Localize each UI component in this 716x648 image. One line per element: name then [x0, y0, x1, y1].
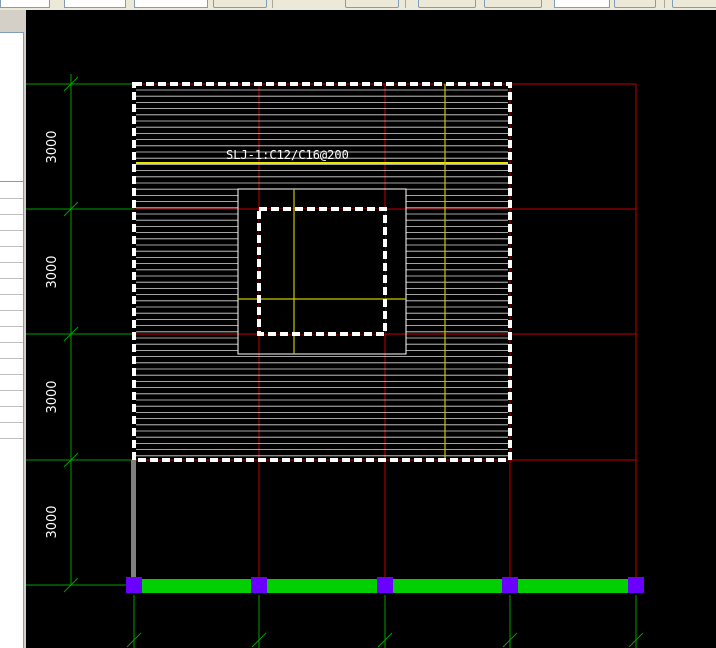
property-row[interactable] — [0, 390, 23, 407]
column[interactable] — [628, 577, 644, 593]
slab-rebar-label[interactable]: SLJ-1:C12/C16@200 — [226, 148, 349, 162]
toolbar — [0, 0, 716, 10]
dimension-label-row-1: 3000 — [45, 130, 60, 163]
toolbar-button-1[interactable] — [213, 0, 267, 8]
property-row[interactable] — [0, 214, 23, 231]
left-side-panel — [0, 10, 26, 648]
property-row[interactable] — [0, 230, 23, 247]
property-row[interactable] — [0, 262, 23, 279]
panel-preview-area — [0, 32, 24, 186]
property-row[interactable] — [0, 422, 23, 439]
toolbar-button-5[interactable] — [614, 0, 656, 8]
dimension-label-row-2: 3000 — [45, 255, 60, 288]
toolbar-separator — [405, 0, 406, 8]
toolbar-combo-3[interactable] — [134, 0, 208, 8]
property-row[interactable] — [0, 406, 23, 423]
wall[interactable] — [131, 460, 136, 585]
toolbar-button-4[interactable] — [484, 0, 542, 8]
dimension-label-row-4: 3000 — [45, 505, 60, 538]
column[interactable] — [126, 577, 142, 593]
toolbar-separator — [272, 0, 273, 8]
column[interactable] — [251, 577, 267, 593]
cad-drawing-canvas[interactable]: 3000 3000 3000 3000 SLJ-1:C12/C16@200 — [26, 10, 716, 648]
property-row[interactable] — [0, 358, 23, 375]
property-row[interactable] — [0, 374, 23, 391]
property-row[interactable] — [0, 182, 23, 199]
column[interactable] — [377, 577, 393, 593]
toolbar-button-3[interactable] — [418, 0, 476, 8]
column[interactable] — [502, 577, 518, 593]
property-row[interactable] — [0, 246, 23, 263]
property-row[interactable] — [0, 294, 23, 311]
toolbar-combo-2[interactable] — [64, 0, 126, 8]
toolbar-separator — [664, 0, 665, 8]
toolbar-button-6[interactable] — [672, 0, 716, 8]
axis-grid — [134, 83, 637, 585]
toolbar-combo-4[interactable] — [554, 0, 610, 8]
property-row[interactable] — [0, 326, 23, 343]
property-row[interactable] — [0, 342, 23, 359]
property-row[interactable] — [0, 198, 23, 215]
property-list[interactable] — [0, 181, 24, 648]
toolbar-combo-1[interactable] — [0, 0, 50, 8]
property-row[interactable] — [0, 310, 23, 327]
property-row[interactable] — [0, 278, 23, 295]
toolbar-button-2[interactable] — [345, 0, 399, 8]
dimension-label-row-3: 3000 — [45, 380, 60, 413]
slab-opening — [259, 209, 385, 334]
